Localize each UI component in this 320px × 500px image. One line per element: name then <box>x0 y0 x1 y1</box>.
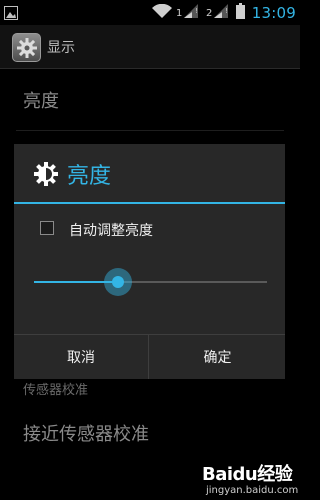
brightness-dialog: 亮度 自动调整亮度 取消 确定 <box>14 144 285 379</box>
auto-brightness-row[interactable]: 自动调整亮度 <box>14 206 285 254</box>
svg-text:1: 1 <box>176 8 182 19</box>
list-item-label: 接近传感器校准 <box>23 424 149 445</box>
list-item-label: 亮度 <box>23 91 59 112</box>
svg-text:!: ! <box>225 7 228 15</box>
status-bar: 1 ! 2 ! 13:09 <box>0 0 300 25</box>
wifi-icon <box>151 3 172 23</box>
dialog-title: 亮度 <box>67 164 112 189</box>
battery-icon <box>235 3 245 23</box>
signal-1-icon: 1 ! <box>176 3 202 23</box>
signal-2-icon: 2 ! <box>206 3 232 23</box>
baidu-jingyan-watermark: Baidu经验 jingyan.baidu.com <box>202 452 298 498</box>
status-clock: 13:09 <box>251 4 296 22</box>
svg-text:2: 2 <box>206 8 212 19</box>
ok-button[interactable]: 确定 <box>150 335 285 379</box>
auto-brightness-checkbox[interactable] <box>40 221 54 235</box>
brightness-slider[interactable] <box>34 264 267 300</box>
action-bar: 显示 <box>0 25 300 69</box>
watermark-logo: Baidu经验 <box>202 464 293 485</box>
list-item-proximity-calibration[interactable]: 接近传感器校准 <box>16 394 284 454</box>
settings-gear-icon[interactable] <box>12 33 41 62</box>
status-icons: 1 ! 2 ! 13:09 <box>151 2 296 24</box>
list-item-brightness[interactable]: 亮度 <box>16 69 284 131</box>
slider-thumb[interactable] <box>112 276 124 288</box>
brightness-icon <box>33 161 59 191</box>
svg-text:!: ! <box>195 7 198 15</box>
action-bar-title: 显示 <box>47 40 75 56</box>
cancel-button[interactable]: 取消 <box>14 335 149 379</box>
watermark-url: jingyan.baidu.com <box>206 485 299 496</box>
auto-brightness-label: 自动调整亮度 <box>69 223 153 239</box>
image-notification-icon <box>4 5 18 24</box>
dialog-buttons: 取消 确定 <box>14 334 285 379</box>
dialog-header: 亮度 <box>14 144 285 204</box>
